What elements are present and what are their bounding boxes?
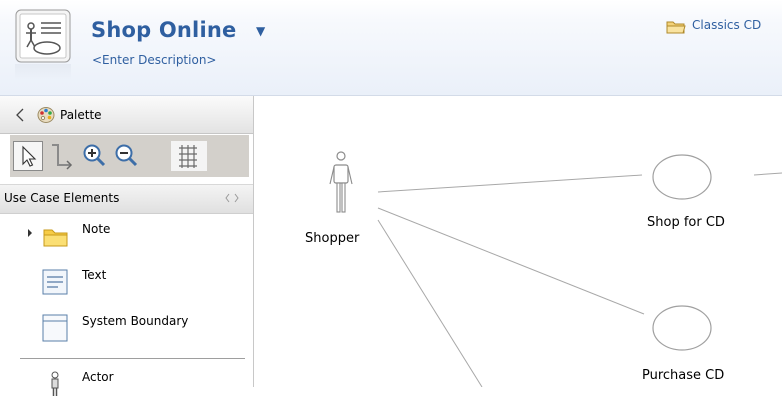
system-boundary-icon (42, 314, 68, 342)
drawer-title: Use Case Elements (4, 191, 120, 205)
grid-icon (171, 141, 207, 171)
diagram-canvas[interactable]: Shopper Shop for CD Purchase CD (254, 96, 782, 387)
actor-label[interactable]: Shopper (305, 231, 359, 246)
icon-reflection (15, 64, 71, 80)
diagram-title[interactable]: Shop Online (91, 18, 236, 42)
zoom-in-tool-button[interactable] (80, 141, 110, 171)
palette-toolbar (10, 135, 249, 177)
use-case-label[interactable]: Shop for CD (647, 215, 725, 230)
palette-item-label: Note (82, 222, 111, 236)
expand-arrow-icon[interactable] (27, 229, 33, 237)
diagram-description[interactable]: <Enter Description> (92, 53, 216, 67)
palette-title: Palette (60, 108, 102, 122)
use-case-elements-drawer[interactable]: Use Case Elements (0, 184, 253, 214)
palette-item-label: System Boundary (82, 314, 189, 328)
shopper-actor[interactable] (329, 151, 353, 213)
association-offscreen[interactable] (377, 219, 483, 387)
title-dropdown-icon[interactable]: ▼ (256, 24, 265, 38)
breadcrumb-link[interactable]: Classics CD (692, 18, 761, 32)
use-case-purchase-cd[interactable] (652, 305, 712, 351)
use-case-diagram-icon (15, 9, 71, 63)
connection-tool-button[interactable] (46, 141, 76, 171)
drawer-pin-icon[interactable] (225, 193, 239, 203)
diagram-header: Shop Online ▼ <Enter Description> Classi… (0, 0, 782, 96)
association-purchase-cd[interactable] (377, 207, 645, 315)
folder-icon (666, 21, 686, 34)
palette-panel: Palette Use Case Elements Note Text Syst… (0, 96, 254, 396)
use-case-shop-for-cd[interactable] (652, 154, 712, 200)
actor-icon (51, 371, 59, 396)
palette-item-label: Actor (82, 370, 114, 384)
palette-item-system-boundary[interactable]: System Boundary (0, 308, 253, 346)
association-offscreen-right[interactable] (753, 172, 782, 176)
palette-item-actor[interactable]: Actor (0, 364, 253, 402)
grid-tool-button[interactable] (170, 141, 208, 171)
connector-icon (52, 144, 73, 170)
zoom-out-icon (115, 144, 138, 167)
arrow-pointer-icon (22, 145, 37, 167)
note-icon (43, 229, 68, 247)
zoom-in-icon (83, 144, 106, 167)
association-shop-for-cd[interactable] (377, 174, 643, 193)
palette-icon (37, 107, 55, 123)
collapse-palette-icon[interactable] (15, 108, 25, 122)
select-tool-button[interactable] (13, 141, 43, 171)
palette-item-text[interactable]: Text (0, 262, 253, 300)
palette-item-note[interactable]: Note (0, 216, 253, 254)
palette-separator (20, 358, 245, 359)
text-icon (42, 269, 68, 295)
use-case-label[interactable]: Purchase CD (642, 368, 724, 383)
zoom-out-tool-button[interactable] (112, 141, 142, 171)
palette-item-label: Text (82, 268, 107, 282)
palette-header: Palette (0, 96, 253, 134)
